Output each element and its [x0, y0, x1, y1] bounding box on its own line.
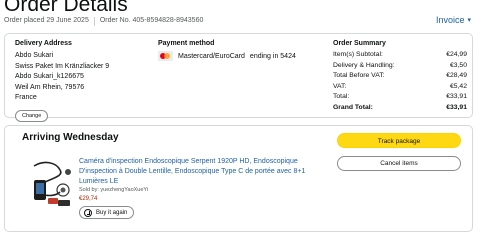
- order-placed-date: Order placed 29 June 2025: [4, 17, 89, 24]
- summary-value: €33,91: [446, 93, 467, 100]
- meta-divider: [93, 17, 95, 26]
- mastercard-icon: [158, 51, 173, 61]
- order-summary-title: Order Summary: [333, 40, 386, 47]
- summary-label: VAT:: [333, 82, 347, 90]
- delivery-status-heading: Arriving Wednesday: [22, 132, 119, 143]
- summary-row: VAT: €5,42: [333, 82, 467, 93]
- summary-label: Total Before VAT:: [333, 72, 385, 79]
- summary-label: Item(s) Subtotal:: [333, 51, 383, 58]
- item-price: €29,74: [79, 196, 98, 202]
- cancel-items-button[interactable]: Cancel items: [337, 156, 461, 171]
- payment-row: Mastercard/EuroCard ending in 5424: [158, 51, 296, 61]
- payment-card-ending: ending in 5424: [249, 52, 296, 60]
- summary-row: Item(s) Subtotal: €24,99: [333, 50, 467, 61]
- address-line: Weil Am Rhein, 79576: [15, 83, 85, 91]
- summary-value: €28,49: [446, 72, 467, 79]
- summary-value: €24,99: [446, 51, 467, 58]
- seller-info: Sold by: yuezhengYaoXueYi: [79, 187, 149, 193]
- product-title-link[interactable]: Caméra d'inspection Endoscopique Serpent…: [79, 157, 329, 187]
- invoice-label: Invoice: [435, 15, 465, 25]
- order-details-page: Order Details Order placed 29 June 2025 …: [0, 0, 500, 250]
- grand-total-row: Grand Total: €33,91: [333, 103, 467, 114]
- summary-row: Delivery & Handling: €3,50: [333, 61, 467, 72]
- grand-total-label: Grand Total:: [333, 103, 373, 111]
- change-address-button[interactable]: Change: [15, 109, 49, 122]
- address-line: Swiss Paket Im Kränzliacker 9: [15, 62, 110, 70]
- summary-row: Total: €33,91: [333, 92, 467, 103]
- grand-total-value: €33,91: [446, 103, 467, 111]
- product-image[interactable]: [30, 158, 74, 208]
- address-line: France: [15, 94, 37, 101]
- address-line: Abdo Sukari: [15, 52, 54, 59]
- buy-it-again-button[interactable]: Buy it again: [79, 206, 135, 219]
- summary-value: €5,42: [449, 82, 467, 90]
- payment-method-section: Payment method Mastercard/EuroCard endin…: [158, 40, 296, 61]
- payment-card-name: Mastercard/EuroCard: [178, 52, 245, 60]
- page-title: Order Details: [4, 0, 128, 16]
- summary-label: Total:: [333, 93, 350, 100]
- track-package-button[interactable]: Track package: [337, 133, 461, 148]
- order-number: Order No. 405-8594828-8943560: [99, 17, 204, 24]
- summary-row: Total Before VAT: €28,49: [333, 71, 467, 82]
- order-info-card: Delivery Address Abdo Sukari Swiss Paket…: [4, 33, 473, 122]
- order-meta: Order placed 29 June 2025 Order No. 405-…: [4, 17, 203, 26]
- delivery-address-section: Delivery Address Abdo Sukari Swiss Paket…: [15, 40, 109, 122]
- summary-value: €3,50: [449, 61, 467, 69]
- order-summary-section: Order Summary Item(s) Subtotal: €24,99 D…: [333, 40, 467, 113]
- delivery-address-title: Delivery Address: [15, 40, 72, 47]
- payment-method-title: Payment method: [158, 40, 215, 47]
- invoice-dropdown[interactable]: Invoice ▾: [436, 15, 471, 25]
- repeat-order-icon: [84, 208, 92, 217]
- address-line: Abdo Sukari_k126675: [15, 73, 84, 80]
- summary-label: Delivery & Handling:: [333, 61, 395, 69]
- chevron-down-icon: ▾: [467, 17, 471, 24]
- buy-it-again-label: Buy it again: [96, 209, 128, 216]
